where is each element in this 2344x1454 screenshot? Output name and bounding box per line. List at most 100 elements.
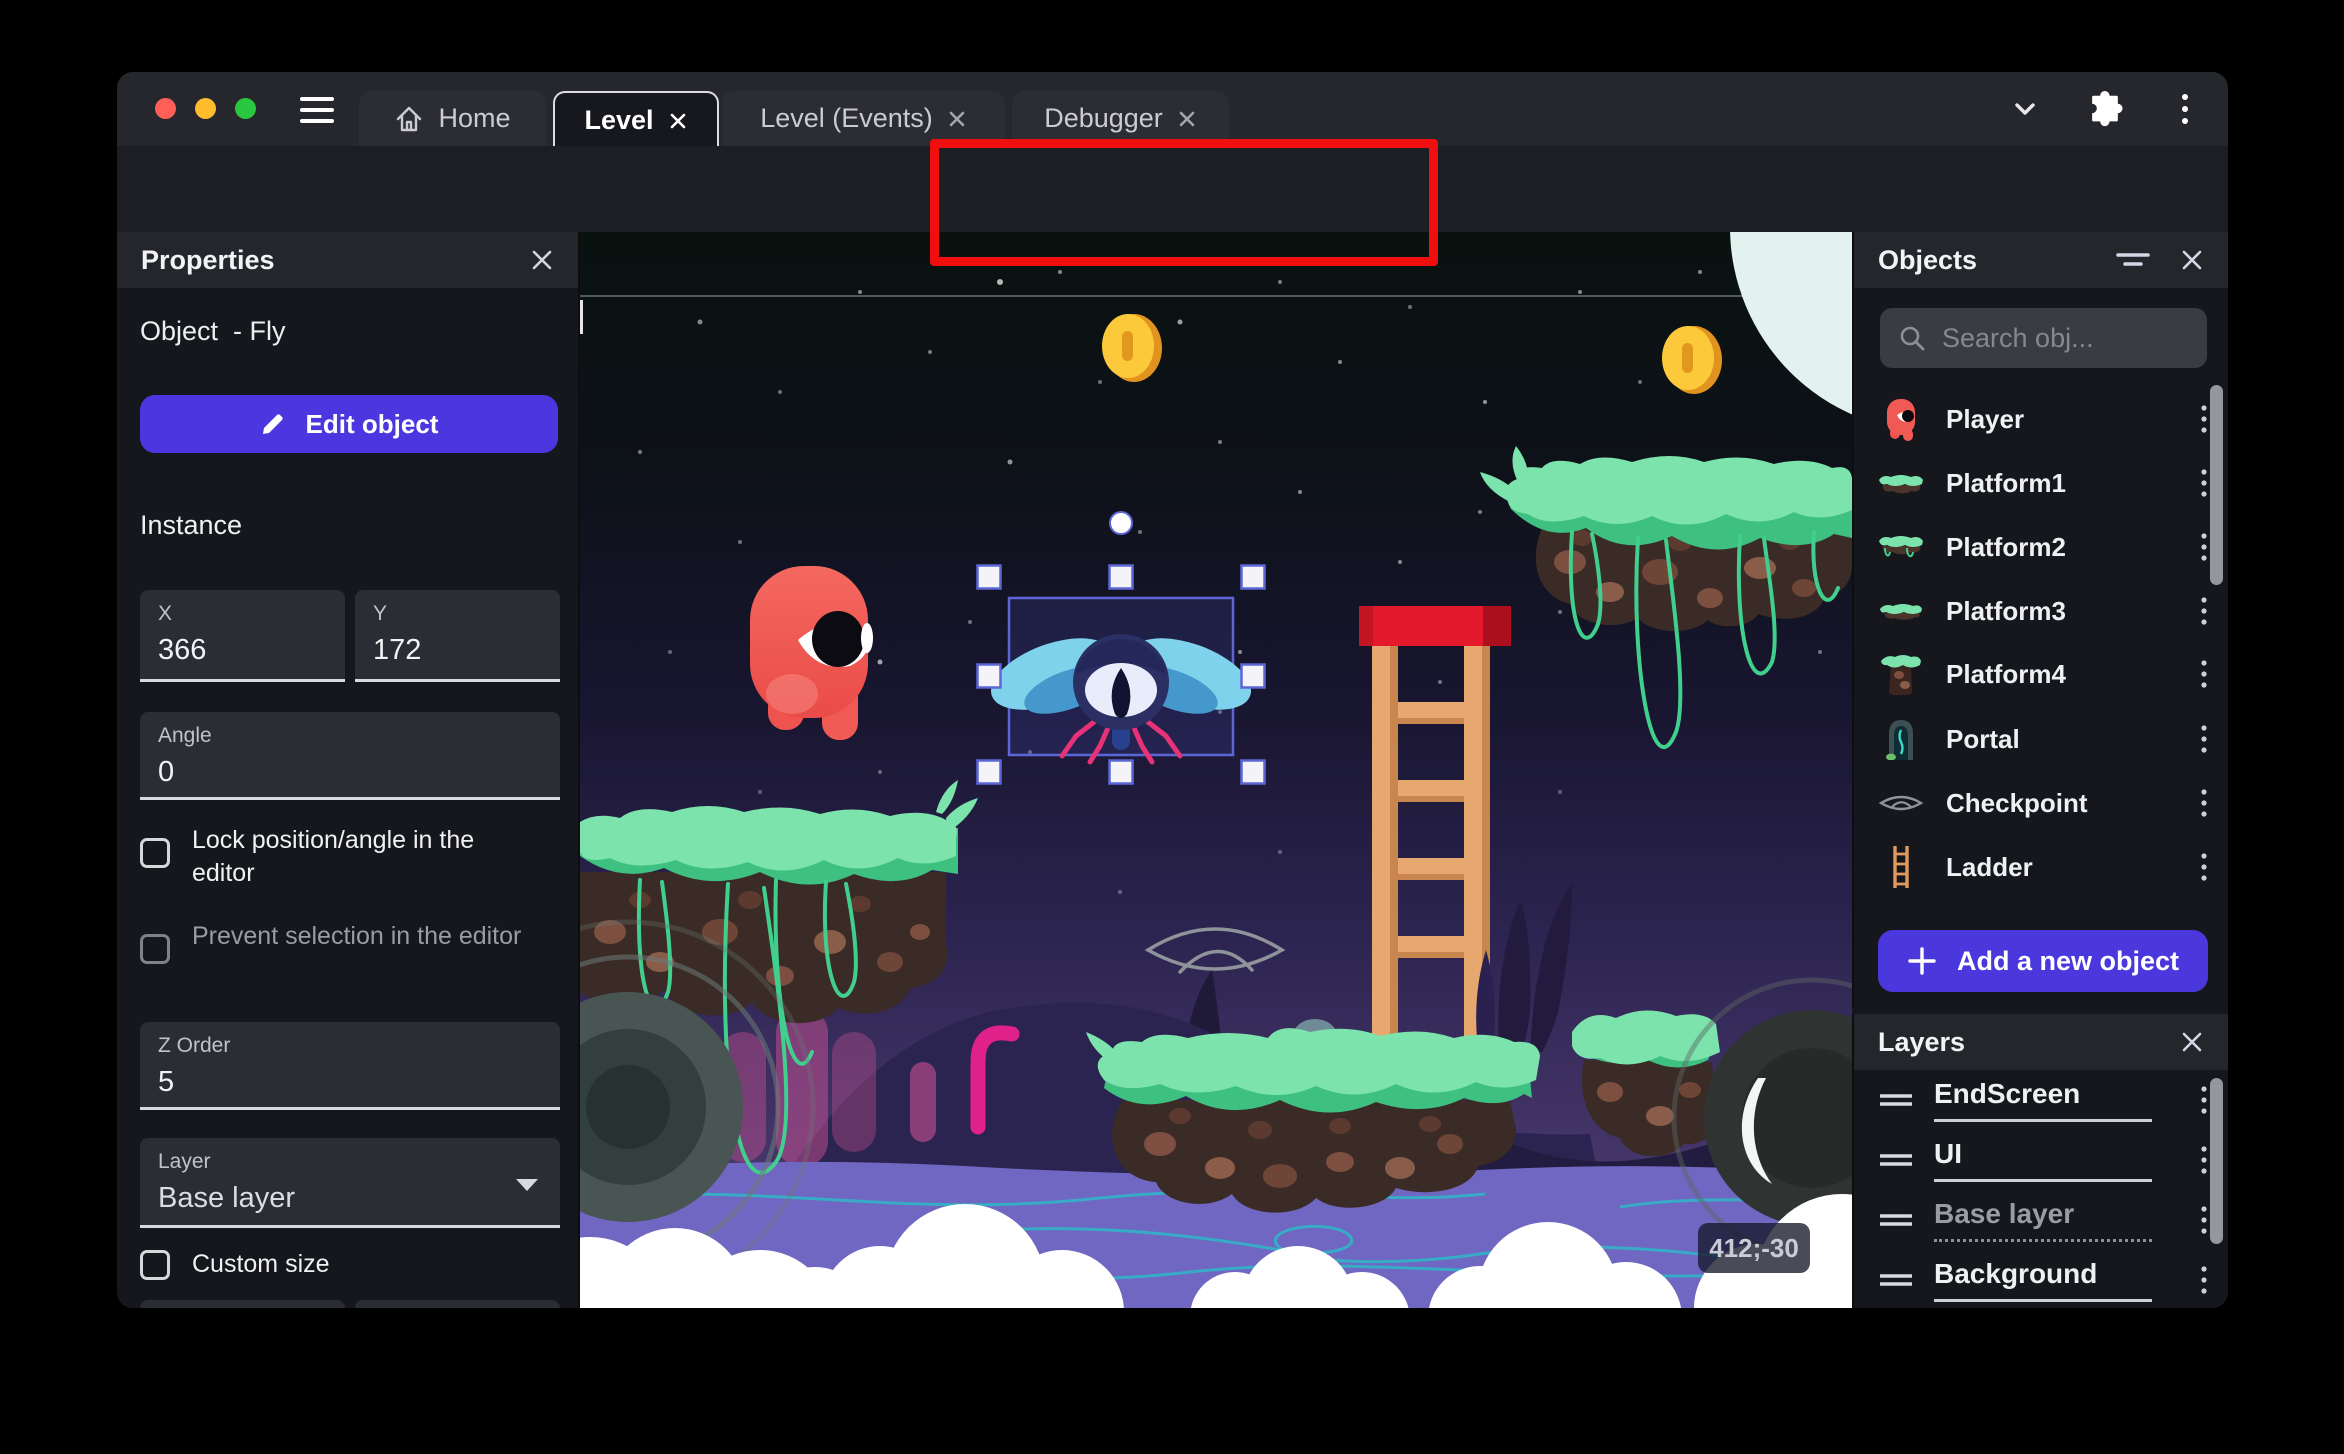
custom-size-row: Custom size <box>140 1248 560 1281</box>
object-row-player[interactable]: Player <box>1854 390 2228 448</box>
scene-canvas[interactable]: 412;-30 <box>580 232 1852 1308</box>
height-field[interactable] <box>355 1300 560 1308</box>
selected-object-heading: Object - Fly <box>140 316 286 346</box>
tab-debugger[interactable]: Debugger <box>1012 91 1229 146</box>
titlebar: Home Level Level (Events) Debugger <box>117 72 2228 148</box>
drag-handle-icon[interactable] <box>1880 1153 1912 1167</box>
layers-scrollbar[interactable] <box>2210 1078 2223 1244</box>
object-menu-icon[interactable] <box>2200 468 2208 498</box>
cursor-coordinates-badge: 412;-30 <box>1698 1223 1810 1273</box>
close-icon[interactable] <box>530 248 554 272</box>
z-order-field[interactable]: Z Order 5 <box>140 1022 560 1110</box>
object-menu-icon[interactable] <box>2200 788 2208 818</box>
lock-position-checkbox[interactable] <box>140 838 170 868</box>
layer-menu-icon[interactable] <box>2200 1145 2208 1175</box>
filter-icon[interactable] <box>2116 250 2150 270</box>
overflow-menu-icon[interactable] <box>2179 92 2191 128</box>
layer-menu-icon[interactable] <box>2200 1265 2208 1295</box>
custom-size-checkbox[interactable] <box>140 1249 170 1280</box>
close-icon[interactable] <box>947 109 967 129</box>
lock-position-label: Lock position/angle in the editor <box>192 826 475 887</box>
close-icon[interactable] <box>2180 248 2204 272</box>
layer-row-base-layer[interactable]: Base layer <box>1854 1192 2228 1248</box>
object-row-platform1[interactable]: Platform1 <box>1854 454 2228 512</box>
object-row-checkpoint[interactable]: Checkpoint <box>1854 774 2228 832</box>
close-icon[interactable] <box>1177 109 1197 129</box>
layer-menu-icon[interactable] <box>2200 1205 2208 1235</box>
object-menu-icon[interactable] <box>2200 404 2208 434</box>
layer-dropdown[interactable]: Layer Base layer <box>140 1138 560 1228</box>
panel-title: Objects <box>1878 244 1978 275</box>
object-name: Platform1 <box>1946 467 2066 498</box>
menu-icon[interactable] <box>300 90 334 130</box>
x-field[interactable]: X 366 <box>140 590 345 682</box>
lock-position-row: Lock position/angle in the editor <box>140 824 560 890</box>
object-menu-icon[interactable] <box>2200 724 2208 754</box>
drag-handle-icon[interactable] <box>1880 1273 1912 1287</box>
objects-scrollbar[interactable] <box>2210 385 2223 585</box>
z-order-value: 5 <box>158 1066 175 1098</box>
prevent-selection-label: Prevent selection in the editor <box>192 922 522 950</box>
object-menu-icon[interactable] <box>2200 532 2208 562</box>
object-row-platform3[interactable]: Platform3 <box>1854 582 2228 640</box>
edit-object-button[interactable]: Edit object <box>140 395 558 453</box>
tab-level[interactable]: Level <box>553 91 719 148</box>
layer-row-background[interactable]: Background <box>1854 1252 2228 1308</box>
chevron-down-icon[interactable] <box>2007 94 2043 124</box>
y-label: Y <box>373 602 388 625</box>
minimize-window-button[interactable] <box>195 98 216 119</box>
scene-edge-tick <box>580 300 583 334</box>
object-row-ladder[interactable]: Ladder <box>1854 838 2228 896</box>
window-controls <box>155 98 256 119</box>
search-box[interactable] <box>1880 308 2207 368</box>
object-row-platform2[interactable]: Platform2 <box>1854 518 2228 576</box>
object-menu-icon[interactable] <box>2200 659 2208 689</box>
edit-object-label: Edit object <box>305 408 439 439</box>
object-name: Platform2 <box>1946 531 2066 562</box>
resize-handle <box>976 759 1002 785</box>
prevent-selection-checkbox[interactable] <box>140 934 170 964</box>
object-name: Ladder <box>1946 851 2033 882</box>
selected-fly-instance[interactable] <box>982 596 1261 765</box>
add-object-button[interactable]: Add a new object <box>1878 930 2208 992</box>
extensions-puzzle-icon[interactable] <box>2085 90 2125 130</box>
object-name: Portal <box>1946 723 2020 754</box>
objects-panel: Objects Player <box>1852 232 2228 1008</box>
close-icon[interactable] <box>2180 1030 2204 1054</box>
instance-heading: Instance <box>140 510 243 540</box>
object-menu-icon[interactable] <box>2200 596 2208 626</box>
y-value: 172 <box>373 634 422 666</box>
scene[interactable] <box>580 232 1852 1308</box>
object-row-portal[interactable]: Portal <box>1854 710 2228 768</box>
layer-menu-icon[interactable] <box>2200 1085 2208 1115</box>
y-field[interactable]: Y 172 <box>355 590 560 682</box>
resize-handle <box>1240 564 1266 590</box>
close-icon[interactable] <box>668 111 688 131</box>
search-input[interactable] <box>1940 321 2189 355</box>
portal-thumbnail <box>1876 718 1926 760</box>
object-menu-icon[interactable] <box>2200 852 2208 882</box>
layer-row-ui[interactable]: UI <box>1854 1132 2228 1188</box>
tab-home[interactable]: Home <box>359 91 546 146</box>
z-order-label: Z Order <box>158 1034 231 1057</box>
angle-field[interactable]: Angle 0 <box>140 712 560 800</box>
resize-handle <box>976 663 1002 689</box>
rotation-handle <box>1109 511 1133 535</box>
close-window-button[interactable] <box>155 98 176 119</box>
checkpoint-thumbnail <box>1876 793 1926 813</box>
desktop: { "window": { "tabs": [ {"label": "Home"… <box>0 0 2344 1454</box>
angle-label: Angle <box>158 724 212 747</box>
object-row-platform4[interactable]: Platform4 <box>1854 645 2228 703</box>
x-value: 366 <box>158 634 207 666</box>
maximize-window-button[interactable] <box>235 98 256 119</box>
ladder-thumbnail <box>1876 845 1926 889</box>
player-instance[interactable] <box>750 566 873 740</box>
layer-row-endscreen[interactable]: EndScreen <box>1854 1072 2228 1128</box>
resize-handle <box>1108 759 1134 785</box>
width-field[interactable] <box>140 1300 345 1308</box>
object-name: Checkpoint <box>1946 787 2088 818</box>
tab-level-events[interactable]: Level (Events) <box>722 91 1005 146</box>
drag-handle-icon[interactable] <box>1880 1213 1912 1227</box>
drag-handle-icon[interactable] <box>1880 1093 1912 1107</box>
angle-value: 0 <box>158 756 175 788</box>
